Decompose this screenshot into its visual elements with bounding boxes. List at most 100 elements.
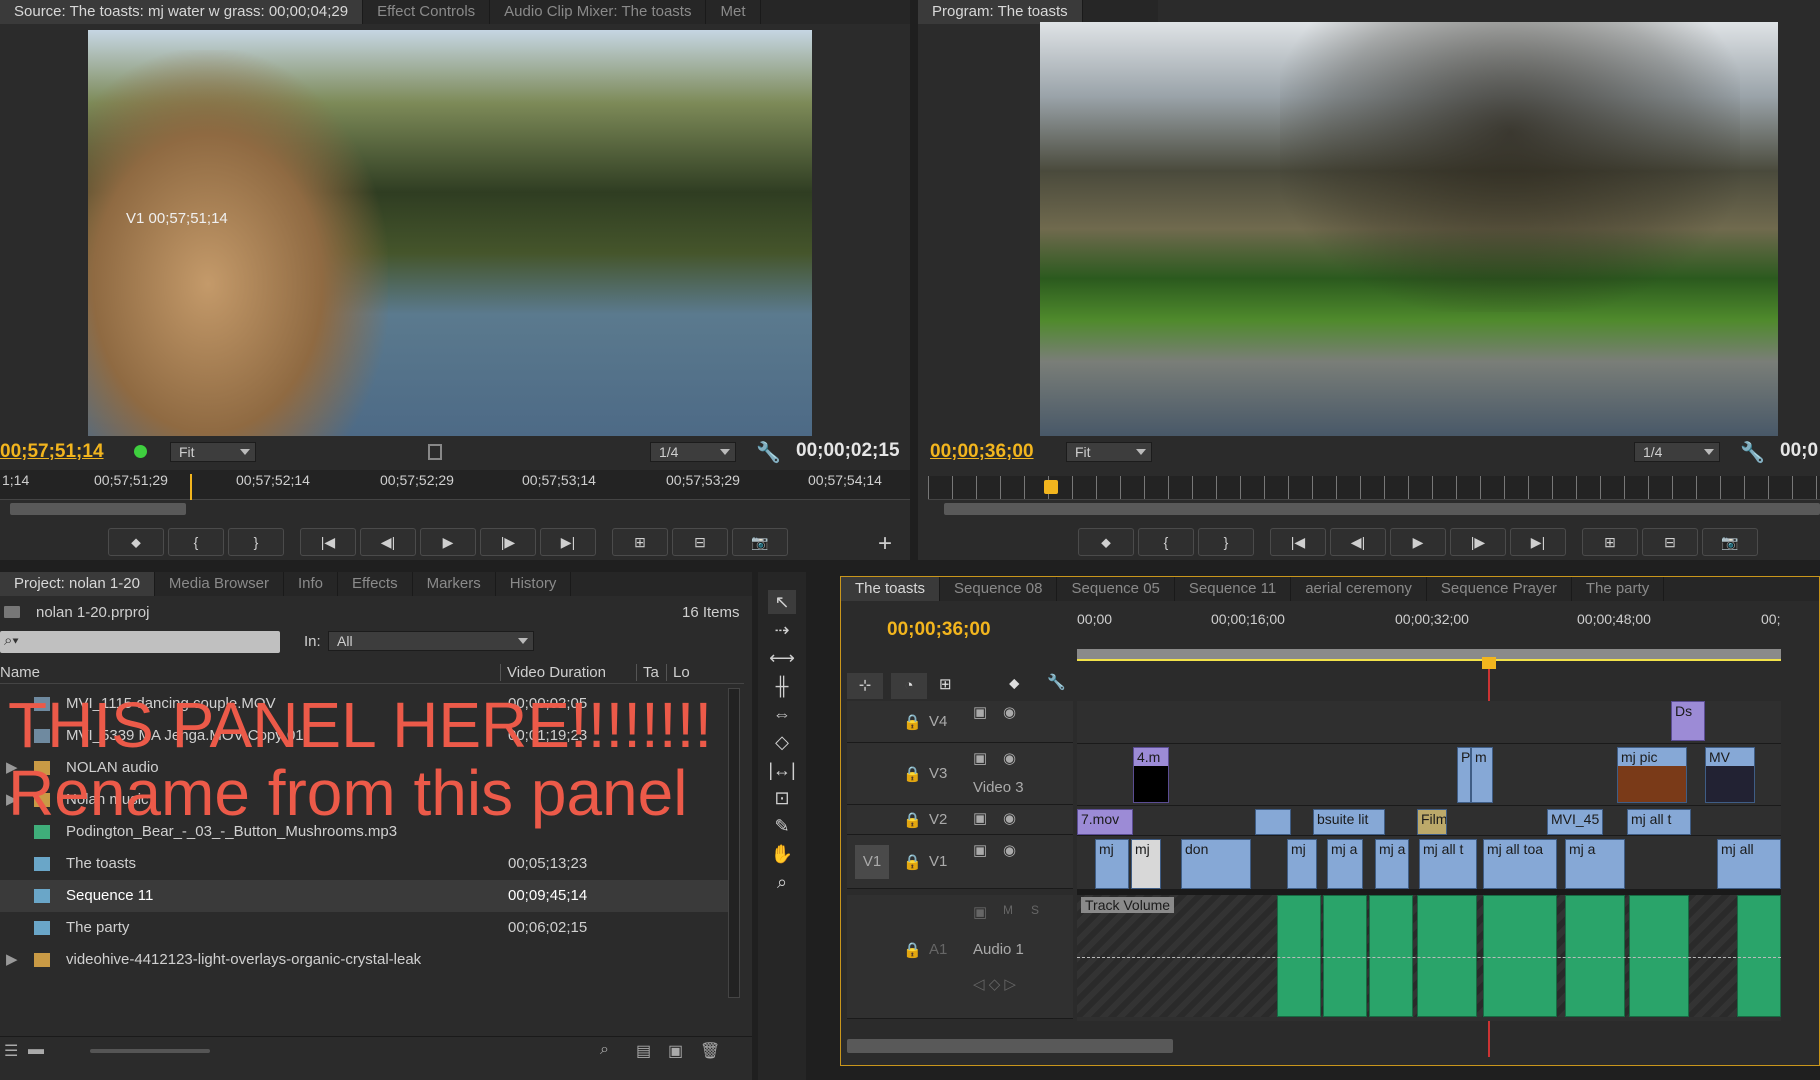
settings-box-icon[interactable] xyxy=(428,444,442,460)
tab-effect-controls[interactable]: Effect Controls xyxy=(363,0,491,24)
play-button[interactable]: ▶ xyxy=(1390,528,1446,556)
project-search-input[interactable]: ⌕▾ xyxy=(0,631,280,653)
export-frame-button[interactable]: 📷 xyxy=(732,528,788,556)
add-marker-icon[interactable]: ⬥ xyxy=(1009,675,1020,692)
ripple-edit-tool-icon[interactable]: ⟷ xyxy=(768,646,796,670)
list-item[interactable]: ▶ videohive-4412123-light-overlays-organi… xyxy=(0,944,730,976)
mark-in-button[interactable]: { xyxy=(168,528,224,556)
clip-v2[interactable] xyxy=(1255,809,1291,835)
step-forward-button[interactable]: |▶ xyxy=(480,528,536,556)
timeline-timecode[interactable]: 00;00;36;00 xyxy=(887,619,991,641)
tab-audio-clip-mixer[interactable]: Audio Clip Mixer: The toasts xyxy=(490,0,707,24)
zoom-slider[interactable] xyxy=(90,1049,210,1053)
timeline-settings-wrench-icon[interactable]: 🔧 xyxy=(1047,673,1066,691)
clip-v4[interactable]: Ds xyxy=(1671,701,1705,741)
pen-tool-icon[interactable]: ✎ xyxy=(768,814,796,838)
lock-icon[interactable]: 🔒 xyxy=(903,765,922,783)
eye-icon[interactable]: ◉ xyxy=(1003,749,1016,767)
in-filter-select[interactable]: All xyxy=(328,631,534,651)
step-back-button[interactable]: ◀| xyxy=(1330,528,1386,556)
project-scrollbar[interactable] xyxy=(728,688,740,998)
toggle-output-icon[interactable]: ▣ xyxy=(973,809,987,827)
eye-icon[interactable]: ◉ xyxy=(1003,809,1016,827)
clip-v2[interactable]: MVI_45 xyxy=(1547,809,1603,835)
clip-v1[interactable]: mj all xyxy=(1717,839,1781,889)
audio-clip[interactable] xyxy=(1565,895,1625,1017)
lock-icon[interactable]: 🔒 xyxy=(903,853,922,871)
step-back-button[interactable]: ◀| xyxy=(360,528,416,556)
wrench-icon[interactable]: 🔧 xyxy=(756,440,781,465)
snap-icon[interactable]: ⊹ xyxy=(847,673,883,699)
audio-clip[interactable] xyxy=(1369,895,1413,1017)
timeline-scrollbar[interactable] xyxy=(847,1039,1173,1053)
tab-program[interactable]: Program: The toasts xyxy=(918,0,1083,24)
tab-aerial-ceremony[interactable]: aerial ceremony xyxy=(1291,577,1427,601)
play-button[interactable]: ▶ xyxy=(420,528,476,556)
column-name[interactable]: Name xyxy=(0,664,40,681)
search-icon[interactable]: ⌕ xyxy=(600,1041,609,1059)
new-item-icon[interactable]: ▣ xyxy=(668,1041,683,1061)
mute-button[interactable]: M xyxy=(1003,903,1013,917)
program-timecode[interactable]: 00;00;36;00 xyxy=(930,441,1034,463)
lock-icon[interactable]: 🔒 xyxy=(903,713,922,731)
mark-in-button[interactable]: { xyxy=(1138,528,1194,556)
column-video-duration[interactable]: Video Duration xyxy=(500,664,606,681)
clip-v1[interactable]: mj xyxy=(1287,839,1317,889)
track-select-tool-icon[interactable]: ⇢ xyxy=(768,618,796,642)
tab-project[interactable]: Project: nolan 1-20 xyxy=(0,572,155,596)
source-patch-v1[interactable]: V1 xyxy=(855,845,889,879)
clip-v1[interactable]: mj all toa xyxy=(1483,839,1557,889)
razor-tool-icon[interactable]: ◇ xyxy=(768,730,796,754)
playhead-marker-icon[interactable] xyxy=(1482,657,1496,669)
selection-tool-icon[interactable]: ↖ xyxy=(768,590,796,614)
wrench-icon[interactable]: 🔧 xyxy=(1740,440,1765,465)
mark-out-button[interactable]: } xyxy=(228,528,284,556)
icon-view-icon[interactable]: ▬ xyxy=(28,1041,44,1059)
list-item[interactable]: The toasts 00;05;13;23 xyxy=(0,848,730,880)
clip-v1[interactable]: don xyxy=(1181,839,1251,889)
zoom-tool-icon[interactable]: ⌕ xyxy=(768,870,796,894)
rate-stretch-tool-icon[interactable]: ⇔ xyxy=(768,702,796,726)
column-lo[interactable]: Lo xyxy=(666,664,690,681)
audio-clip[interactable] xyxy=(1417,895,1477,1017)
list-item-selected[interactable]: Sequence 11 00;09;45;14 xyxy=(0,880,730,912)
go-to-out-button[interactable]: ▶| xyxy=(1510,528,1566,556)
source-timecode[interactable]: 00;57;51;14 xyxy=(0,441,104,463)
tab-source[interactable]: Source: The toasts: mj water w grass: 00… xyxy=(0,0,364,24)
program-resolution-select[interactable]: 1/4 xyxy=(1634,442,1720,462)
clip-v1[interactable]: mj a xyxy=(1565,839,1625,889)
toggle-output-icon[interactable]: ▣ xyxy=(973,903,987,921)
program-zoom-scrollbar[interactable] xyxy=(944,503,1820,515)
go-to-in-button[interactable]: |◀ xyxy=(1270,528,1326,556)
tab-effects[interactable]: Effects xyxy=(338,572,413,596)
tab-the-party[interactable]: The party xyxy=(1572,577,1665,601)
clip-v3[interactable]: mj pic xyxy=(1617,747,1687,803)
audio-clip[interactable] xyxy=(1483,895,1557,1017)
tab-sequence-05[interactable]: Sequence 05 xyxy=(1057,577,1175,601)
add-edit-icon[interactable]: ⊞ xyxy=(939,675,952,693)
clip-v2[interactable]: Film xyxy=(1417,809,1447,835)
column-ta[interactable]: Ta xyxy=(636,664,659,681)
eye-icon[interactable]: ◉ xyxy=(1003,703,1016,721)
clip-v2[interactable]: mj all t xyxy=(1627,809,1691,835)
audio-clip[interactable] xyxy=(1323,895,1367,1017)
extract-button[interactable]: ⊟ xyxy=(1642,528,1698,556)
keyframe-nav-icon[interactable]: ◁ ◇ ▷ xyxy=(973,975,1016,993)
clip-v2[interactable]: bsuite lit xyxy=(1313,809,1385,835)
tab-sequence-08[interactable]: Sequence 08 xyxy=(940,577,1058,601)
go-to-in-button[interactable]: |◀ xyxy=(300,528,356,556)
toggle-output-icon[interactable]: ▣ xyxy=(973,703,987,721)
linked-selection-icon[interactable]: ◔ xyxy=(891,673,927,699)
tab-info[interactable]: Info xyxy=(284,572,338,596)
program-playhead-marker[interactable] xyxy=(1044,480,1058,494)
slip-tool-icon[interactable]: |↔| xyxy=(768,758,796,782)
trash-icon[interactable]: 🗑 xyxy=(700,1041,720,1061)
tab-media-browser[interactable]: Media Browser xyxy=(155,572,284,596)
slide-tool-icon[interactable]: ⊡ xyxy=(768,786,796,810)
audio-clip[interactable] xyxy=(1737,895,1781,1017)
new-bin-icon[interactable]: ▤ xyxy=(636,1041,651,1061)
tab-the-toasts[interactable]: The toasts xyxy=(841,577,941,601)
mark-out-button[interactable]: } xyxy=(1198,528,1254,556)
add-marker-button[interactable]: ⬥ xyxy=(108,528,164,556)
clip-v3[interactable]: P xyxy=(1457,747,1471,803)
